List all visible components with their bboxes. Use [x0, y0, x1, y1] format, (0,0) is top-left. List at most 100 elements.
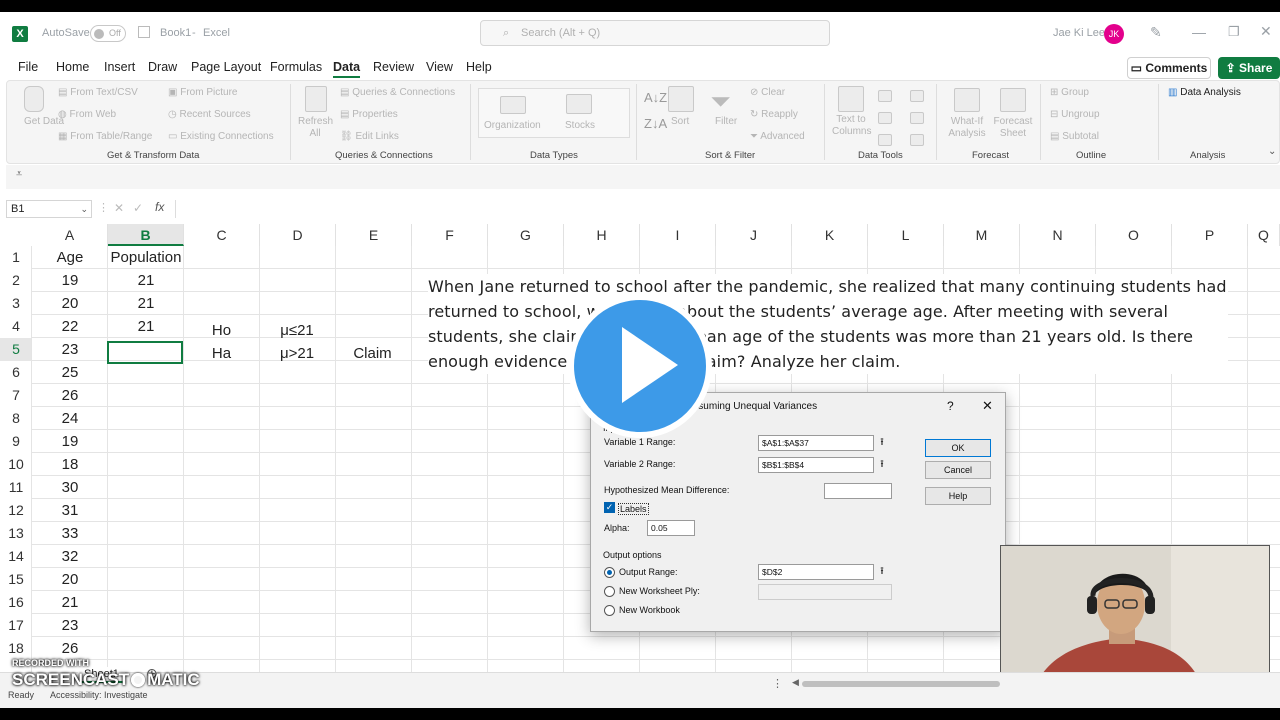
- cell-b4[interactable]: 21: [108, 315, 184, 338]
- menu-help[interactable]: Help: [466, 60, 492, 74]
- avatar[interactable]: JK: [1104, 24, 1124, 44]
- column-header-d[interactable]: D: [260, 224, 336, 246]
- cell-a9[interactable]: 19: [32, 430, 108, 453]
- edit-links-button[interactable]: ⛓ Edit Links: [340, 131, 399, 142]
- advanced-button[interactable]: ⏷ Advanced: [750, 131, 805, 142]
- close-icon[interactable]: ✕: [982, 398, 993, 414]
- text-to-columns-button[interactable]: Text to Columns: [832, 114, 871, 138]
- ok-button[interactable]: OK: [925, 439, 991, 457]
- existing-connections-button[interactable]: ▭ Existing Connections: [168, 131, 274, 142]
- consolidate-icon[interactable]: [910, 90, 924, 102]
- data-validation-icon[interactable]: [878, 134, 892, 146]
- var2-range-input[interactable]: $B$1:$B$4: [758, 457, 874, 473]
- help-button[interactable]: Help: [925, 487, 991, 505]
- collapse-dialog-icon[interactable]: ⭱: [877, 566, 887, 578]
- cell-e4[interactable]: Claim: [335, 342, 410, 365]
- question-textbox[interactable]: When Jane returned to school after the p…: [428, 274, 1228, 374]
- from-web-button[interactable]: ◍ From Web: [58, 109, 116, 120]
- row-header-16[interactable]: 16: [0, 591, 32, 614]
- cell-a18[interactable]: 26: [32, 637, 108, 660]
- insert-function-icon[interactable]: fx: [155, 200, 164, 214]
- row-header-15[interactable]: 15: [0, 568, 32, 591]
- menu-review[interactable]: Review: [373, 60, 414, 74]
- sort-button[interactable]: Sort: [671, 116, 689, 127]
- subtotal-button[interactable]: ▤ Subtotal: [1050, 131, 1099, 142]
- cancel-button[interactable]: Cancel: [925, 461, 991, 479]
- properties-button[interactable]: ▤ Properties: [340, 109, 398, 120]
- formula-input[interactable]: [175, 200, 1280, 218]
- collapse-dialog-icon[interactable]: ⭱: [877, 459, 887, 471]
- column-header-n[interactable]: N: [1020, 224, 1096, 246]
- data-analysis-button[interactable]: ▥ Data Analysis: [1168, 87, 1241, 98]
- cell-a13[interactable]: 33: [32, 522, 108, 545]
- column-header-m[interactable]: M: [944, 224, 1020, 246]
- what-if-analysis-button[interactable]: What-If Analysis: [944, 116, 990, 140]
- new-worksheet-ply-input[interactable]: [758, 584, 892, 600]
- cell-a1[interactable]: Age: [32, 246, 108, 269]
- column-header-l[interactable]: L: [868, 224, 944, 246]
- row-header-9[interactable]: 9: [0, 430, 32, 453]
- cell-a11[interactable]: 30: [32, 476, 108, 499]
- cell-a17[interactable]: 23: [32, 614, 108, 637]
- column-header-g[interactable]: G: [488, 224, 564, 246]
- cell-c3[interactable]: Ho: [184, 319, 259, 342]
- row-header-14[interactable]: 14: [0, 545, 32, 568]
- relationships-icon[interactable]: [910, 112, 924, 124]
- column-header-h[interactable]: H: [564, 224, 640, 246]
- refresh-all-button[interactable]: Refresh All: [298, 116, 333, 140]
- restore-icon[interactable]: ❐: [1228, 24, 1240, 40]
- row-header-4[interactable]: 4: [0, 315, 32, 338]
- cell-a6[interactable]: 25: [32, 361, 108, 384]
- cell-d4[interactable]: μ>21: [259, 342, 335, 365]
- row-header-12[interactable]: 12: [0, 499, 32, 522]
- menu-page-layout[interactable]: Page Layout: [191, 60, 261, 74]
- more-icon[interactable]: ⋮: [772, 677, 783, 690]
- row-header-7[interactable]: 7: [0, 384, 32, 407]
- menu-insert[interactable]: Insert: [104, 60, 135, 74]
- row-header-13[interactable]: 13: [0, 522, 32, 545]
- column-header-p[interactable]: P: [1172, 224, 1248, 246]
- cell-a7[interactable]: 26: [32, 384, 108, 407]
- row-header-11[interactable]: 11: [0, 476, 32, 499]
- cell-a2[interactable]: 19: [32, 269, 108, 292]
- column-header-b[interactable]: B: [108, 224, 184, 246]
- share-button[interactable]: ⇪ Share: [1218, 57, 1280, 79]
- column-header-e[interactable]: E: [336, 224, 412, 246]
- column-header-i[interactable]: I: [640, 224, 716, 246]
- row-header-8[interactable]: 8: [0, 407, 32, 430]
- menu-file[interactable]: File: [18, 60, 38, 74]
- sort-descending-icon[interactable]: Z↓A: [644, 116, 667, 131]
- group-button[interactable]: ⊞ Group: [1050, 87, 1089, 98]
- labels-checkbox[interactable]: ✓: [604, 502, 615, 513]
- minimize-icon[interactable]: —: [1192, 24, 1206, 40]
- column-header-j[interactable]: J: [716, 224, 792, 246]
- name-box[interactable]: B1 ⌄: [6, 200, 92, 218]
- selected-cell-b5[interactable]: [107, 341, 183, 364]
- autosave-toggle[interactable]: Off: [90, 25, 126, 42]
- output-range-radio[interactable]: [604, 567, 615, 578]
- organization-button[interactable]: Organization: [484, 120, 541, 131]
- column-header-o[interactable]: O: [1096, 224, 1172, 246]
- cell-a3[interactable]: 20: [32, 292, 108, 315]
- help-icon[interactable]: ?: [947, 399, 954, 413]
- cell-b2[interactable]: 21: [108, 269, 184, 292]
- row-header-2[interactable]: 2: [0, 269, 32, 292]
- row-header-5[interactable]: 5: [0, 338, 32, 361]
- column-header-k[interactable]: K: [792, 224, 868, 246]
- cell-a5[interactable]: 23: [32, 338, 108, 361]
- new-worksheet-ply-radio[interactable]: [604, 586, 615, 597]
- cell-a12[interactable]: 31: [32, 499, 108, 522]
- column-header-q[interactable]: Q: [1248, 224, 1280, 246]
- row-header-17[interactable]: 17: [0, 614, 32, 637]
- close-icon[interactable]: ✕: [1260, 23, 1272, 40]
- stocks-button[interactable]: Stocks: [565, 120, 595, 131]
- reapply-button[interactable]: ↻ Reapply: [750, 109, 798, 120]
- row-header-18[interactable]: 18: [0, 637, 32, 660]
- hyp-mean-diff-input[interactable]: [824, 483, 892, 499]
- comments-button[interactable]: ▭ Comments: [1127, 57, 1211, 79]
- cell-c4[interactable]: Ha: [184, 342, 259, 365]
- cell-b1[interactable]: Population: [108, 246, 184, 269]
- column-header-a[interactable]: A: [32, 224, 108, 246]
- cell-a8[interactable]: 24: [32, 407, 108, 430]
- from-table-range-button[interactable]: ▦ From Table/Range: [58, 131, 152, 142]
